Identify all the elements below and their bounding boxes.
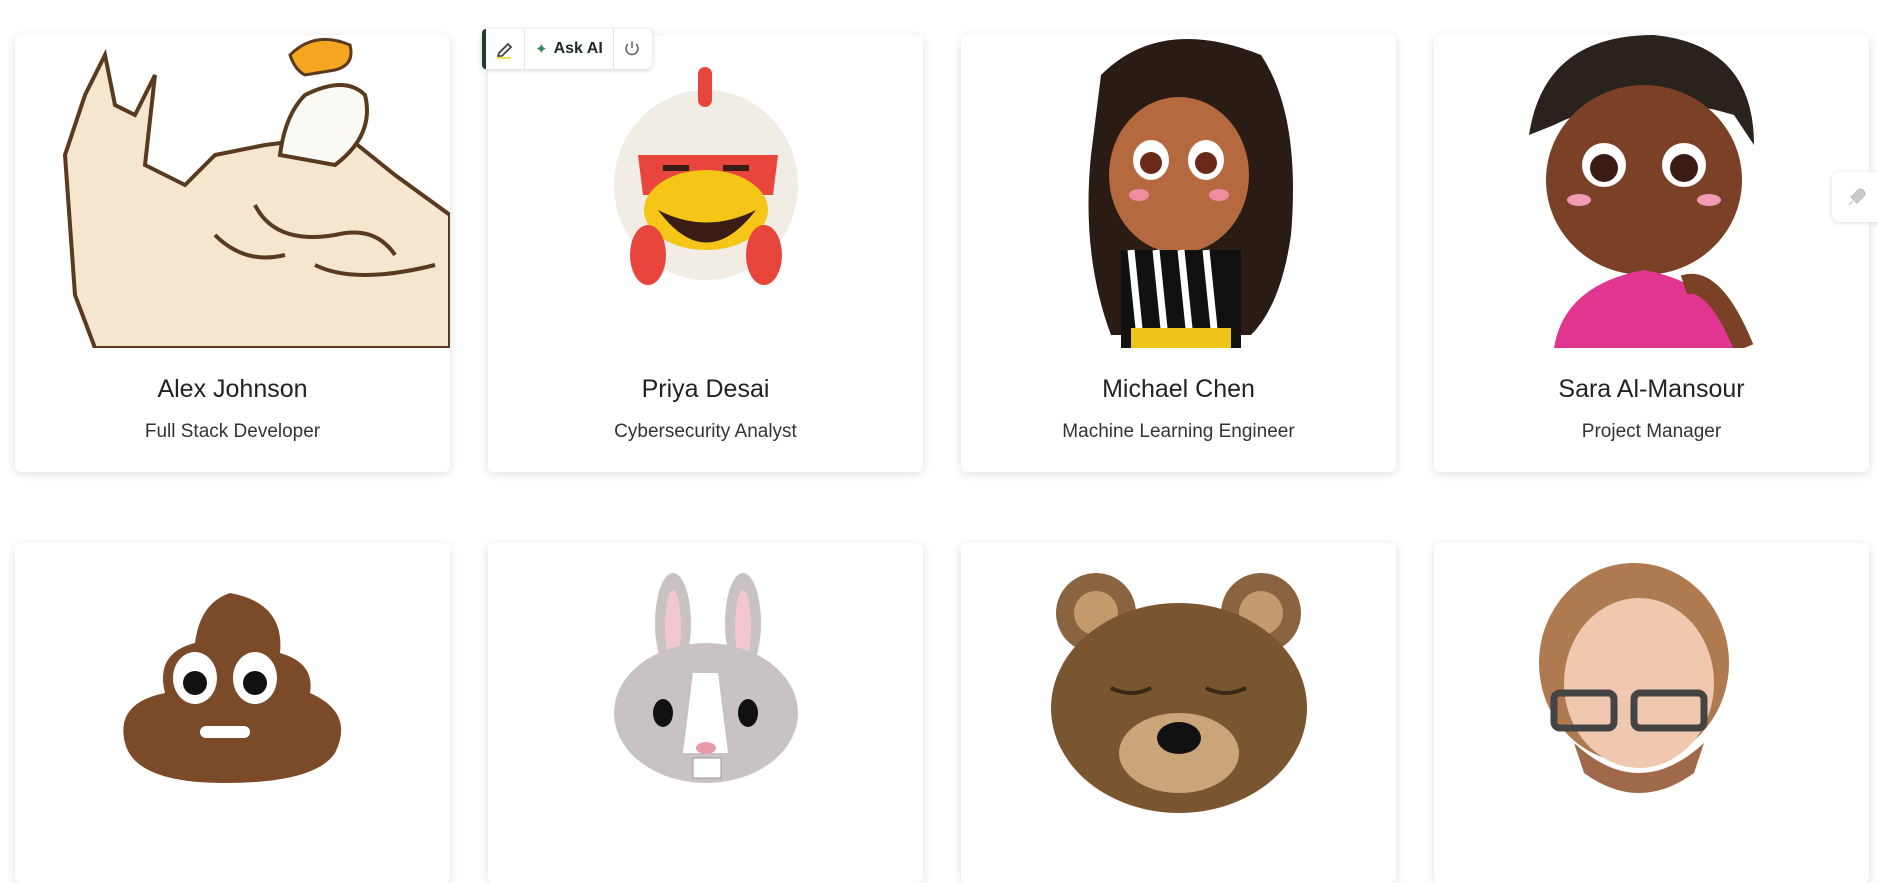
member-name: Michael Chen (1102, 375, 1255, 403)
ask-ai-button[interactable]: ✦ Ask AI (525, 29, 614, 69)
team-card[interactable] (15, 543, 450, 883)
member-name: Alex Johnson (157, 375, 308, 403)
member-role: Machine Learning Engineer (1062, 421, 1295, 442)
avatar-muscular-eagle (15, 35, 450, 348)
member-role: Full Stack Developer (144, 421, 321, 442)
team-card[interactable]: Priya Desai Cybersecurity Analyst (488, 35, 923, 472)
sparkle-icon: ✦ (535, 41, 548, 58)
avatar-cartoon-girl-curly-hair (961, 35, 1396, 348)
avatar-bearded-man-memoji (1434, 543, 1869, 856)
avatar-chicken-memoji (488, 35, 923, 348)
team-card[interactable] (488, 543, 923, 883)
member-name: Sara Al-Mansour (1558, 375, 1745, 403)
avatar-bear-memoji (961, 543, 1396, 856)
member-role: Cybersecurity Analyst (614, 421, 797, 442)
team-card[interactable]: Michael Chen Machine Learning Engineer (961, 35, 1396, 472)
highlighter-pen-icon[interactable] (486, 29, 525, 69)
team-card[interactable] (961, 543, 1396, 883)
avatar-poop-emoji (15, 543, 450, 856)
avatar-cartoon-girl-short-hair (1434, 35, 1869, 348)
member-name: Priya Desai (641, 375, 770, 403)
member-role: Project Manager (1581, 421, 1722, 442)
side-rocket-tab[interactable] (1832, 172, 1878, 222)
floating-toolbar: ✦ Ask AI (482, 29, 652, 69)
avatar-rabbit-memoji (488, 543, 923, 856)
team-card[interactable] (1434, 543, 1869, 883)
ask-ai-label: Ask AI (553, 40, 603, 57)
rocket-icon (1848, 188, 1866, 206)
team-card[interactable]: Sara Al-Mansour Project Manager (1434, 35, 1869, 472)
power-icon[interactable] (614, 29, 650, 69)
team-card[interactable]: Alex Johnson Full Stack Developer (15, 35, 450, 472)
